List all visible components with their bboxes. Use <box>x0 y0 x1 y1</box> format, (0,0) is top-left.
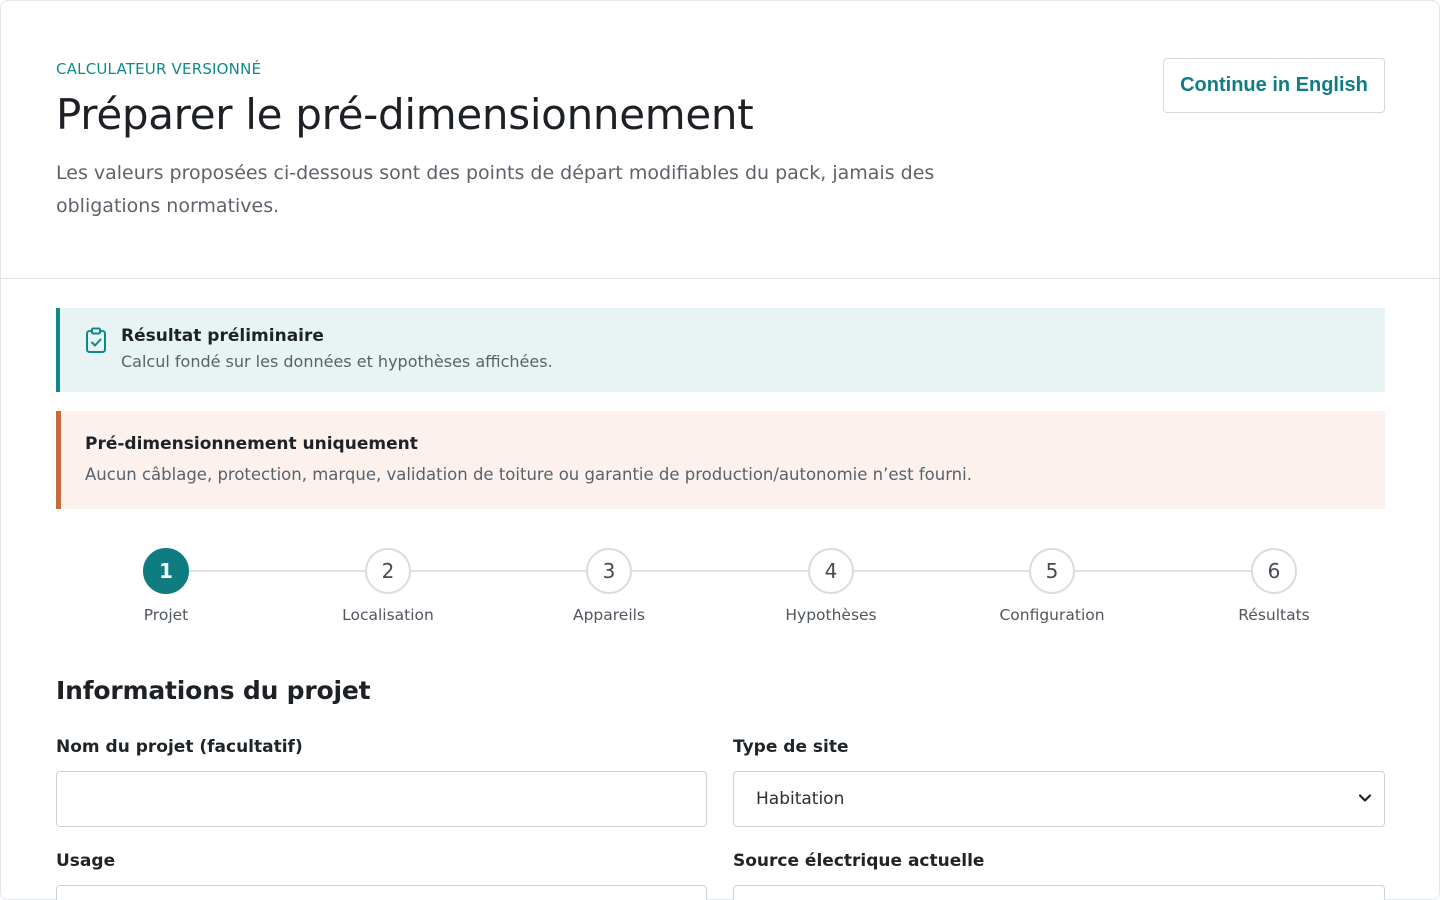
alert-title: Résultat préliminaire <box>121 326 324 346</box>
preliminary-result-alert: Résultat préliminaire Calcul fondé sur l… <box>56 308 1385 392</box>
step-label: Hypothèses <box>785 606 877 624</box>
alert-text: Calcul fondé sur les données et hypothès… <box>121 352 553 371</box>
step-number: 5 <box>1029 548 1075 594</box>
chevron-down-icon <box>1358 790 1372 804</box>
step-number: 1 <box>143 548 189 594</box>
step-number: 3 <box>586 548 632 594</box>
project-name-label: Nom du projet (facultatif) <box>56 737 303 757</box>
clipboard-check-icon <box>84 327 108 355</box>
pre-sizing-only-alert: Pré-dimensionnement uniquement Aucun câb… <box>56 411 1385 509</box>
usage-select[interactable] <box>56 885 707 900</box>
step-number: 2 <box>365 548 411 594</box>
alert-text: Aucun câblage, protection, marque, valid… <box>85 465 972 484</box>
site-type-select[interactable]: Habitation <box>733 771 1385 827</box>
step-label: Appareils <box>572 606 646 624</box>
site-type-value: Habitation <box>756 789 845 809</box>
usage-label: Usage <box>56 851 116 871</box>
step-number: 4 <box>808 548 854 594</box>
site-type-label: Type de site <box>733 737 849 757</box>
step-localisation[interactable]: 2 Localisation <box>308 548 468 624</box>
step-number: 6 <box>1251 548 1297 594</box>
page-title: Préparer le pré-dimensionnement <box>56 90 754 139</box>
step-hypotheses[interactable]: 4 Hypothèses <box>751 548 911 624</box>
step-resultats[interactable]: 6 Résultats <box>1194 548 1354 624</box>
section-title: Informations du projet <box>56 676 371 705</box>
step-label: Localisation <box>342 606 434 624</box>
step-label: Configuration <box>999 606 1105 624</box>
step-appareils[interactable]: 3 Appareils <box>529 548 689 624</box>
wizard-stepper: 1 Projet 2 Localisation 3 Appareils 4 Hy… <box>0 548 1440 628</box>
step-projet[interactable]: 1 Projet <box>86 548 246 624</box>
page-header: CALCULATEUR VERSIONNÉ Préparer le pré-di… <box>0 0 1440 279</box>
power-source-label: Source électrique actuelle <box>733 851 985 871</box>
power-source-select[interactable] <box>733 885 1385 900</box>
step-label: Projet <box>143 606 189 624</box>
page-subtitle: Les valeurs proposées ci-dessous sont de… <box>56 162 935 217</box>
step-configuration[interactable]: 5 Configuration <box>972 548 1132 624</box>
eyebrow-label: CALCULATEUR VERSIONNÉ <box>56 60 262 78</box>
continue-in-english-button[interactable]: Continue in English <box>1163 58 1385 113</box>
step-label: Résultats <box>1238 606 1310 624</box>
alert-title: Pré-dimensionnement uniquement <box>85 434 418 454</box>
project-name-input[interactable] <box>56 771 707 827</box>
